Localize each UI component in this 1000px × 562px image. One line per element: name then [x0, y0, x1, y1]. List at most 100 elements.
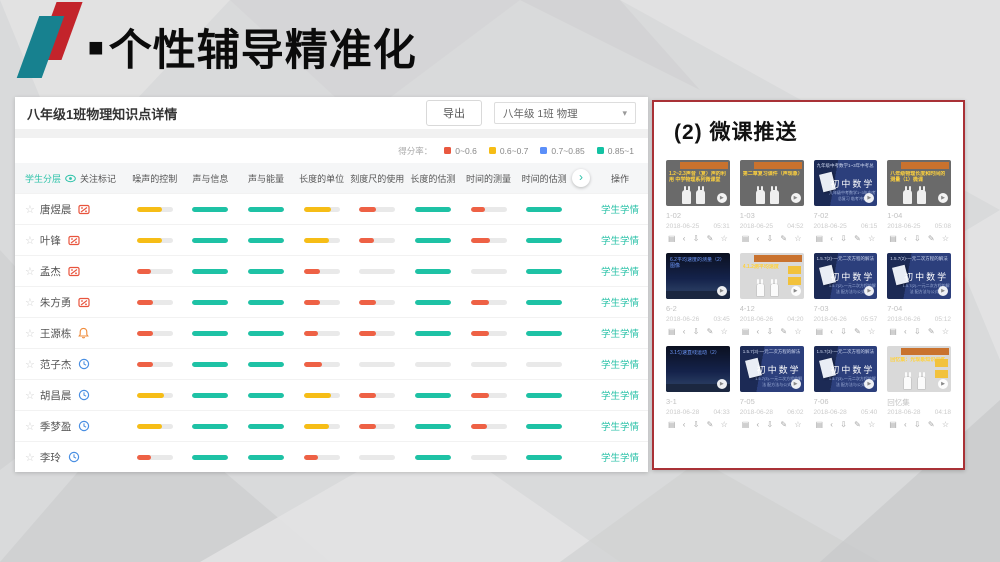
video-action-download-icon[interactable]: ⇩ — [693, 420, 700, 429]
video-action-menu-icon[interactable]: ▤ — [742, 234, 750, 243]
star-icon[interactable]: ☆ — [25, 234, 35, 247]
video-action-menu-icon[interactable]: ▤ — [889, 234, 897, 243]
video-action-menu-icon[interactable]: ▤ — [668, 327, 676, 336]
video-action-share-icon[interactable]: ‹ — [830, 327, 833, 336]
video-action-menu-icon[interactable]: ▤ — [816, 420, 824, 429]
video-action-menu-icon[interactable]: ▤ — [742, 327, 750, 336]
video-thumbnail[interactable]: 回忆集：光现象知识训练▶ — [887, 346, 951, 392]
video-action-share-icon[interactable]: ‹ — [683, 327, 686, 336]
video-action-download-icon[interactable]: ⇩ — [914, 327, 921, 336]
video-thumbnail[interactable]: 3.1匀速直线运动（2）▶ — [666, 346, 730, 392]
video-thumbnail[interactable]: 1.5.7(2)-一元二次方程的解法 配方法与公式法初中数学1.5.7(2)-一… — [887, 253, 951, 299]
video-card[interactable]: 第二章复习课件（声现象）▶1-032018-06-2504:52▤‹⇩✎☆ — [740, 160, 804, 245]
video-thumbnail[interactable]: 第二章复习课件（声现象）▶ — [740, 160, 804, 206]
class-filter-dropdown[interactable]: 八年级 1班 物理 ▾ — [494, 102, 636, 124]
video-action-edit-icon[interactable]: ✎ — [780, 420, 787, 429]
video-action-download-icon[interactable]: ⇩ — [766, 327, 773, 336]
video-action-share-icon[interactable]: ‹ — [830, 234, 833, 243]
video-action-favorite-icon[interactable]: ☆ — [794, 327, 801, 336]
video-card[interactable]: 八年级物理长度和时间的测量（1）微课▶1-042018-06-2505:08▤‹… — [887, 160, 951, 245]
video-action-favorite-icon[interactable]: ☆ — [942, 420, 949, 429]
video-action-share-icon[interactable]: ‹ — [683, 420, 686, 429]
video-action-favorite-icon[interactable]: ☆ — [868, 327, 875, 336]
play-icon[interactable]: ▶ — [791, 379, 801, 389]
video-action-edit-icon[interactable]: ✎ — [780, 234, 787, 243]
play-icon[interactable]: ▶ — [938, 193, 948, 203]
play-icon[interactable]: ▶ — [717, 379, 727, 389]
video-action-menu-icon[interactable]: ▤ — [889, 327, 897, 336]
star-icon[interactable]: ☆ — [25, 451, 35, 464]
student-detail-link[interactable]: 学生学情 — [592, 388, 648, 402]
video-card[interactable]: 1.5.7(2)-一元二次方程的解法 配方法与公式法初中数学1.5.7(2)-一… — [887, 253, 951, 338]
video-action-edit-icon[interactable]: ✎ — [707, 420, 714, 429]
play-icon[interactable]: ▶ — [938, 286, 948, 296]
export-button[interactable]: 导出 — [426, 100, 482, 126]
video-thumbnail[interactable]: 6.2平均速度的测量（2）图像▶ — [666, 253, 730, 299]
video-action-share-icon[interactable]: ‹ — [683, 234, 686, 243]
video-card[interactable]: 1.2~2.3声音（复）声的利用 中学物理系列微课堂▶1-022018-06-2… — [666, 160, 730, 245]
video-action-favorite-icon[interactable]: ☆ — [868, 420, 875, 429]
video-action-edit-icon[interactable]: ✎ — [780, 327, 787, 336]
video-thumbnail[interactable]: 1.5.7(3)-一元二次方程的解法 配方法与公式法初中数学1.5.7(3)-一… — [740, 346, 804, 392]
star-icon[interactable]: ☆ — [25, 296, 35, 309]
video-action-edit-icon[interactable]: ✎ — [854, 327, 861, 336]
video-action-share-icon[interactable]: ‹ — [904, 420, 907, 429]
video-card[interactable]: 回忆集：光现象知识训练▶回忆集2018-06-2804:18▤‹⇩✎☆ — [887, 346, 951, 431]
video-action-menu-icon[interactable]: ▤ — [816, 327, 824, 336]
video-action-edit-icon[interactable]: ✎ — [854, 420, 861, 429]
video-action-share-icon[interactable]: ‹ — [904, 234, 907, 243]
video-action-menu-icon[interactable]: ▤ — [668, 420, 676, 429]
video-thumbnail[interactable]: 1.5.7(3)-一元二次方程的解法 配方法与公式法初中数学1.5.7(3)-一… — [814, 346, 878, 392]
star-icon[interactable]: ☆ — [25, 358, 35, 371]
video-action-download-icon[interactable]: ⇩ — [840, 234, 847, 243]
video-action-download-icon[interactable]: ⇩ — [914, 420, 921, 429]
play-icon[interactable]: ▶ — [791, 193, 801, 203]
video-thumbnail[interactable]: 八年级物理长度和时间的测量（1）微课▶ — [887, 160, 951, 206]
video-action-favorite-icon[interactable]: ☆ — [721, 327, 728, 336]
star-icon[interactable]: ☆ — [25, 389, 35, 402]
star-icon[interactable]: ☆ — [25, 203, 35, 216]
student-detail-link[interactable]: 学生学情 — [592, 450, 648, 464]
play-icon[interactable]: ▶ — [717, 193, 727, 203]
video-action-menu-icon[interactable]: ▤ — [668, 234, 676, 243]
student-detail-link[interactable]: 学生学情 — [592, 419, 648, 433]
video-action-menu-icon[interactable]: ▤ — [816, 234, 824, 243]
video-action-download-icon[interactable]: ⇩ — [693, 327, 700, 336]
video-action-share-icon[interactable]: ‹ — [904, 327, 907, 336]
video-action-download-icon[interactable]: ⇩ — [766, 420, 773, 429]
student-detail-link[interactable]: 学生学情 — [592, 326, 648, 340]
student-detail-link[interactable]: 学生学情 — [592, 295, 648, 309]
video-action-download-icon[interactable]: ⇩ — [840, 327, 847, 336]
play-icon[interactable]: ▶ — [938, 379, 948, 389]
video-action-favorite-icon[interactable]: ☆ — [794, 420, 801, 429]
video-card[interactable]: 3.1匀速直线运动（2）▶3-12018-06-2804:33▤‹⇩✎☆ — [666, 346, 730, 431]
video-action-share-icon[interactable]: ‹ — [757, 327, 760, 336]
video-thumbnail[interactable]: 1.5.7(2)-一元二次方程的解法 配方法与公式法初中数学1.5.7(2)-一… — [814, 253, 878, 299]
video-action-edit-icon[interactable]: ✎ — [928, 420, 935, 429]
video-action-favorite-icon[interactable]: ☆ — [721, 234, 728, 243]
student-detail-link[interactable]: 学生学情 — [592, 357, 648, 371]
video-action-share-icon[interactable]: ‹ — [757, 420, 760, 429]
video-action-favorite-icon[interactable]: ☆ — [942, 327, 949, 336]
video-action-menu-icon[interactable]: ▤ — [742, 420, 750, 429]
video-action-edit-icon[interactable]: ✎ — [928, 327, 935, 336]
video-action-edit-icon[interactable]: ✎ — [707, 327, 714, 336]
video-action-share-icon[interactable]: ‹ — [757, 234, 760, 243]
video-action-edit-icon[interactable]: ✎ — [928, 234, 935, 243]
student-detail-link[interactable]: 学生学情 — [592, 202, 648, 216]
video-action-edit-icon[interactable]: ✎ — [854, 234, 861, 243]
video-action-edit-icon[interactable]: ✎ — [707, 234, 714, 243]
play-icon[interactable]: ▶ — [791, 286, 801, 296]
video-action-download-icon[interactable]: ⇩ — [693, 234, 700, 243]
video-action-download-icon[interactable]: ⇩ — [840, 420, 847, 429]
video-action-favorite-icon[interactable]: ☆ — [721, 420, 728, 429]
video-thumbnail[interactable]: 九年级中考数学1~3年中考总复习 临考冲刺初中数学九年级中考数学1~3年中考总复… — [814, 160, 878, 206]
video-action-menu-icon[interactable]: ▤ — [889, 420, 897, 429]
video-action-share-icon[interactable]: ‹ — [830, 420, 833, 429]
video-action-favorite-icon[interactable]: ☆ — [868, 234, 875, 243]
star-icon[interactable]: ☆ — [25, 327, 35, 340]
video-card[interactable]: 1.5.7(2)-一元二次方程的解法 配方法与公式法初中数学1.5.7(2)-一… — [814, 253, 878, 338]
play-icon[interactable]: ▶ — [717, 286, 727, 296]
video-card[interactable]: 九年级中考数学1~3年中考总复习 临考冲刺初中数学九年级中考数学1~3年中考总复… — [814, 160, 878, 245]
video-thumbnail[interactable]: 1.2~2.3声音（复）声的利用 中学物理系列微课堂▶ — [666, 160, 730, 206]
